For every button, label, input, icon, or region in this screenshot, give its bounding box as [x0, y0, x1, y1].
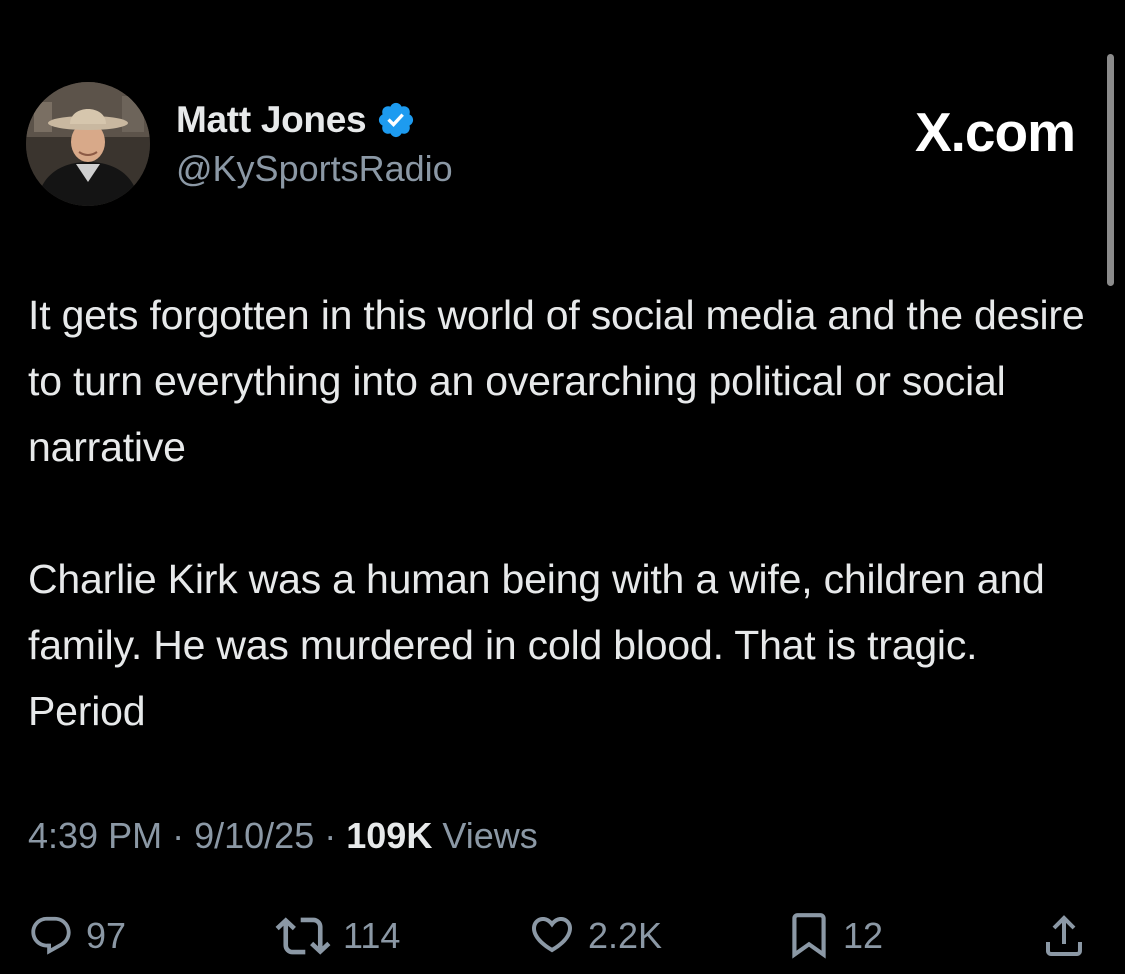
avatar[interactable]	[26, 82, 150, 206]
avatar-image	[26, 82, 150, 206]
reply-bubble-icon	[28, 913, 74, 959]
author-display-name[interactable]: Matt Jones	[176, 99, 367, 141]
meta-separator: ·	[172, 815, 185, 856]
repost-count: 114	[343, 915, 401, 956]
like-count: 2.2K	[588, 915, 663, 956]
share-icon	[1040, 910, 1088, 962]
reply-count: 97	[86, 915, 127, 956]
heart-icon	[528, 913, 576, 959]
bookmark-count: 12	[843, 915, 884, 956]
reply-button[interactable]: 97	[28, 910, 126, 962]
verified-badge-icon	[376, 100, 416, 140]
brand-logo: X.com	[914, 101, 1076, 163]
tweet-paragraph: Charlie Kirk was a human being with a wi…	[28, 556, 1045, 734]
tweet-date[interactable]: 9/10/25	[194, 815, 314, 856]
views-label[interactable]: Views	[442, 815, 537, 856]
share-button[interactable]	[1040, 910, 1088, 962]
tweet-text: It gets forgotten in this world of socia…	[28, 282, 1098, 744]
repost-arrows-icon	[275, 913, 331, 959]
scrollbar[interactable]	[1107, 54, 1114, 286]
author-name-row[interactable]: Matt Jones	[176, 97, 416, 143]
views-count[interactable]: 109K	[346, 815, 432, 856]
like-button[interactable]: 2.2K	[528, 910, 662, 962]
meta-separator: ·	[324, 815, 337, 856]
repost-button[interactable]: 114	[275, 910, 400, 962]
tweet-time[interactable]: 4:39 PM	[28, 815, 162, 856]
tweet-paragraph: It gets forgotten in this world of socia…	[28, 292, 1085, 470]
tweet-meta: 4:39 PM · 9/10/25 · 109K Views	[28, 815, 538, 857]
bookmark-icon	[787, 911, 831, 961]
bookmark-button[interactable]: 12	[787, 910, 883, 962]
author-handle[interactable]: @KySportsRadio	[176, 148, 453, 190]
